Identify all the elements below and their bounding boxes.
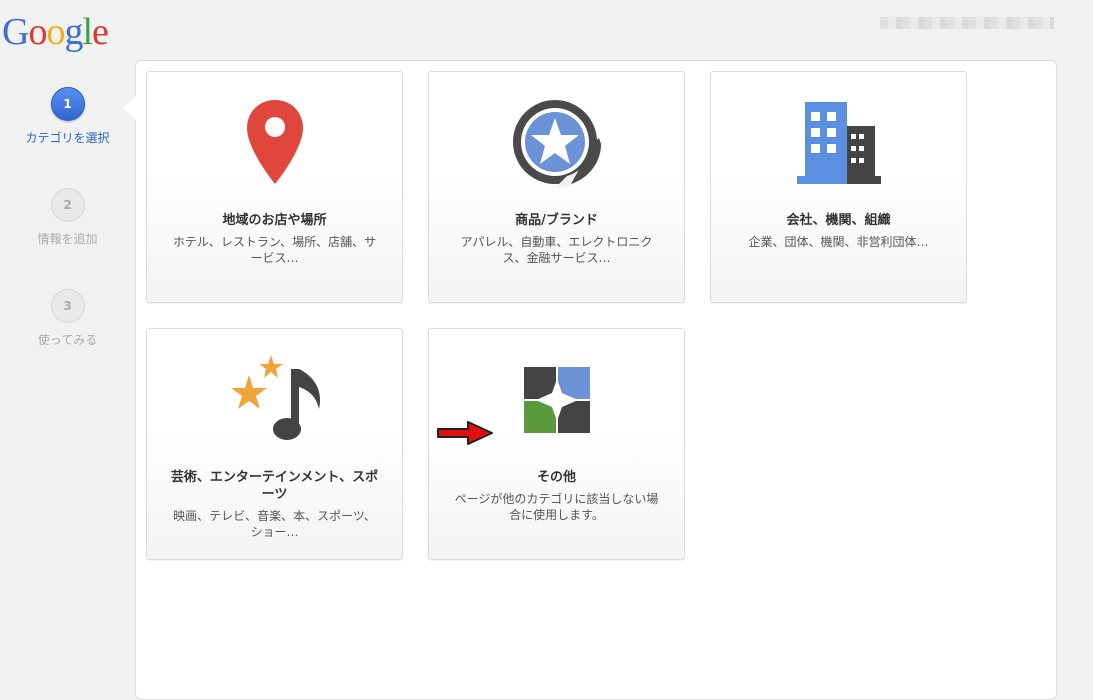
step-3: 3 使ってみる [0, 289, 135, 348]
star-badge-icon [429, 98, 684, 188]
step-number: 3 [50, 289, 85, 323]
google-logo: Google [2, 11, 109, 53]
card-description: 企業、団体、機関、非営利団体… [748, 235, 929, 249]
step-label: 使ってみる [37, 333, 98, 347]
category-card-brand[interactable]: 商品/ブランド アパレル、自動車、エレクトロニクス、金融サービス… [428, 71, 685, 303]
music-stars-icon [147, 355, 402, 445]
card-title: 芸術、エンターテインメント、スポーツ [170, 470, 379, 502]
step-number: 1 [50, 87, 85, 121]
card-description: ホテル、レストラン、場所、店舗、サービス… [172, 235, 377, 265]
card-description: ページが他のカテゴリに該当しない場合に使用します。 [454, 492, 659, 522]
card-title: 地域のお店や場所 [222, 213, 327, 228]
step-label: 情報を追加 [37, 232, 98, 246]
card-title: 商品/ブランド [515, 213, 598, 228]
active-step-pointer [123, 96, 136, 120]
card-title: その他 [536, 470, 576, 485]
account-info-blurred[interactable] [880, 17, 1054, 29]
step-label: カテゴリを選択 [25, 131, 110, 145]
map-pin-icon [147, 98, 402, 188]
buildings-icon [711, 98, 966, 188]
card-title: 会社、機関、組織 [786, 213, 891, 228]
card-description: アパレル、自動車、エレクトロニクス、金融サービス… [460, 235, 653, 265]
step-1[interactable]: 1 カテゴリを選択 [0, 87, 135, 146]
step-2: 2 情報を追加 [0, 188, 135, 247]
category-card-local-business[interactable]: 地域のお店や場所 ホテル、レストラン、場所、店舗、サービス… [146, 71, 403, 303]
red-arrow-icon [436, 420, 494, 450]
step-number: 2 [50, 188, 85, 222]
category-card-arts-entertainment[interactable]: 芸術、エンターテインメント、スポーツ 映画、テレビ、音楽、本、スポーツ、ショー… [146, 328, 403, 560]
card-description: 映画、テレビ、音楽、本、スポーツ、ショー… [173, 509, 376, 539]
category-card-company[interactable]: 会社、機関、組織 企業、団体、機関、非営利団体… [710, 71, 967, 303]
